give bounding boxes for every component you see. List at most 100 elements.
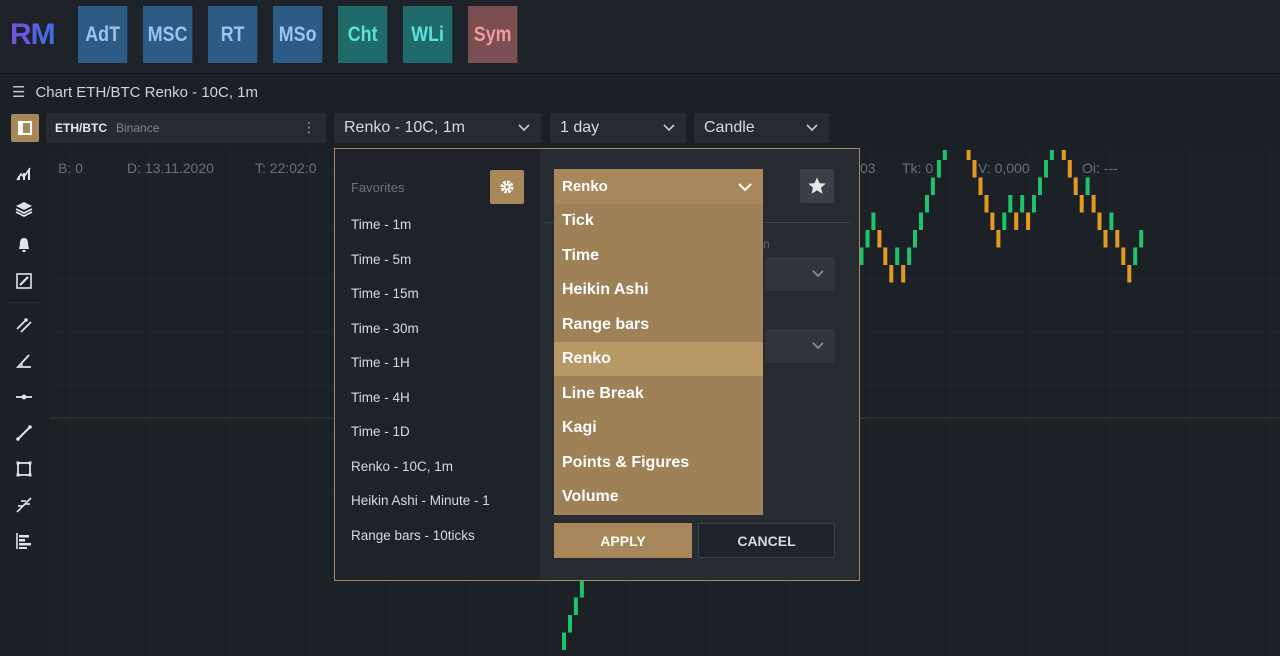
alert-bell-icon [15,236,33,254]
app-logo: RM [10,18,56,51]
tool-layers[interactable] [10,195,38,223]
favorite-item[interactable]: Time - 1m [351,217,411,232]
indicators-icon [15,164,33,182]
renko-brick-up [919,212,923,230]
renko-brick-down [1121,247,1126,265]
chevron-down-icon [663,124,675,132]
renko-brick-up [865,230,870,248]
renko-brick-down [972,160,977,178]
renko-brick-up [871,212,876,230]
favorite-item[interactable]: Time - 4H [351,390,410,405]
option-kagi[interactable]: Kagi [554,411,763,445]
renko-brick-up [1109,212,1114,230]
chevron-down-icon [806,124,818,132]
chevron-down-icon [812,270,824,278]
option-renko[interactable]: Renko [554,342,763,376]
renko-brick-down [1097,212,1102,230]
info-close: 03 [860,160,876,176]
app-button-cht[interactable]: Cht [338,6,388,63]
tool-angle[interactable] [10,347,38,375]
chart-type-value: Renko - 10C, 1m [344,119,465,136]
renko-brick-down [1026,212,1031,230]
app-button-sym[interactable]: Sym [468,6,518,63]
more-options-icon[interactable]: ⋮ [302,119,316,136]
tool-rectangle[interactable] [10,455,38,483]
chart-type-selected: Renko [562,178,608,195]
option-time[interactable]: Time [554,239,763,273]
renko-brick-up [568,615,572,633]
tool-edit-drawing[interactable] [10,267,38,295]
period-dropdown[interactable]: 1 day [550,113,686,143]
chart-type-popup: Favorites Time - 1m Time - 5m Time - 15m Ti… [334,148,860,581]
app-button-rt[interactable]: RT [208,6,258,63]
app-button-msc[interactable]: MSC [143,6,193,63]
panel-toggle-button[interactable] [11,114,39,142]
tool-alert-bell[interactable] [10,231,38,259]
favorite-item[interactable]: Renko - 10C, 1m [351,459,453,474]
favorite-item[interactable]: Time - 1D [351,424,410,439]
option-tick[interactable]: Tick [554,204,763,238]
tool-trend-line[interactable] [10,419,38,447]
favorites-settings-button[interactable] [490,170,524,204]
renko-brick-up [1133,247,1138,265]
app-button-wli[interactable]: WLi [403,6,453,63]
renko-brick-down [1127,265,1132,283]
favorite-item[interactable]: Time - 15m [351,286,419,301]
tool-horizontal-line[interactable] [10,383,38,411]
star-icon [808,177,826,194]
setting-field-1[interactable] [765,257,835,291]
apply-button[interactable]: APPLY [554,523,692,558]
favorites-title: Favorites [351,180,405,195]
layers-icon [15,200,33,218]
renko-brick-down [1091,195,1096,213]
renko-brick-up [925,195,929,213]
chart-type-dropdown[interactable]: Renko - 10C, 1m [334,113,541,143]
gear-icon [500,180,514,194]
volume-profile-icon [15,532,33,550]
tool-separator [8,302,40,303]
renko-brick-down [1079,195,1084,213]
setting-field-2[interactable] [765,329,835,363]
cancel-button[interactable]: CANCEL [698,523,835,558]
chart-window-title: Chart ETH/BTC Renko - 10C, 1m [35,83,259,101]
favorite-item[interactable]: Range bars - 10ticks [351,528,475,543]
favorite-item[interactable]: Time - 5m [351,252,411,267]
tool-volume-profile[interactable] [10,527,38,555]
info-bar-index: B: 0 [58,160,83,176]
chart-type-select[interactable]: Renko [554,169,763,204]
renko-brick-up [930,177,935,195]
tool-fibonacci[interactable] [10,491,38,519]
chevron-down-icon [738,183,752,192]
renko-brick-up [1085,177,1090,195]
option-range-bars[interactable]: Range bars [554,308,763,342]
app-button-adt[interactable]: AdT [78,6,128,63]
add-favorite-button[interactable] [800,169,834,203]
renko-brick-down [978,177,983,195]
trend-line-icon [15,424,33,442]
angle-icon [15,352,33,370]
renko-brick-down [889,265,894,283]
favorite-item[interactable]: Time - 1H [351,355,410,370]
style-dropdown[interactable]: Candle [694,113,829,143]
renko-brick-up [1020,195,1025,213]
chevron-down-icon [518,124,530,132]
renko-brick-down [966,150,971,160]
chart-toolbar: ETH/BTC Binance ⋮ Renko - 10C, 1m 1 day … [0,112,1280,144]
option-points-figures[interactable]: Points & Figures [554,446,763,480]
chevron-down-icon [812,342,824,350]
app-button-mso[interactable]: MSo [273,6,323,63]
tool-parallel-lines[interactable] [10,311,38,339]
horizontal-line-icon [15,388,33,406]
option-line-break[interactable]: Line Break [554,377,763,411]
hamburger-icon[interactable]: ☰ [12,83,25,101]
favorite-item[interactable]: Heikin Ashi - Minute - 1 [351,493,490,508]
symbol-selector[interactable]: ETH/BTC Binance ⋮ [46,113,326,143]
renko-brick-up [1049,150,1054,160]
info-volume: V: 0,000 [978,160,1030,176]
renko-brick-up [1038,177,1042,195]
option-heikin-ashi[interactable]: Heikin Ashi [554,273,763,307]
option-volume[interactable]: Volume [554,480,763,514]
renko-brick-down [984,195,989,213]
tool-indicators[interactable] [10,159,38,187]
favorite-item[interactable]: Time - 30m [351,321,419,336]
